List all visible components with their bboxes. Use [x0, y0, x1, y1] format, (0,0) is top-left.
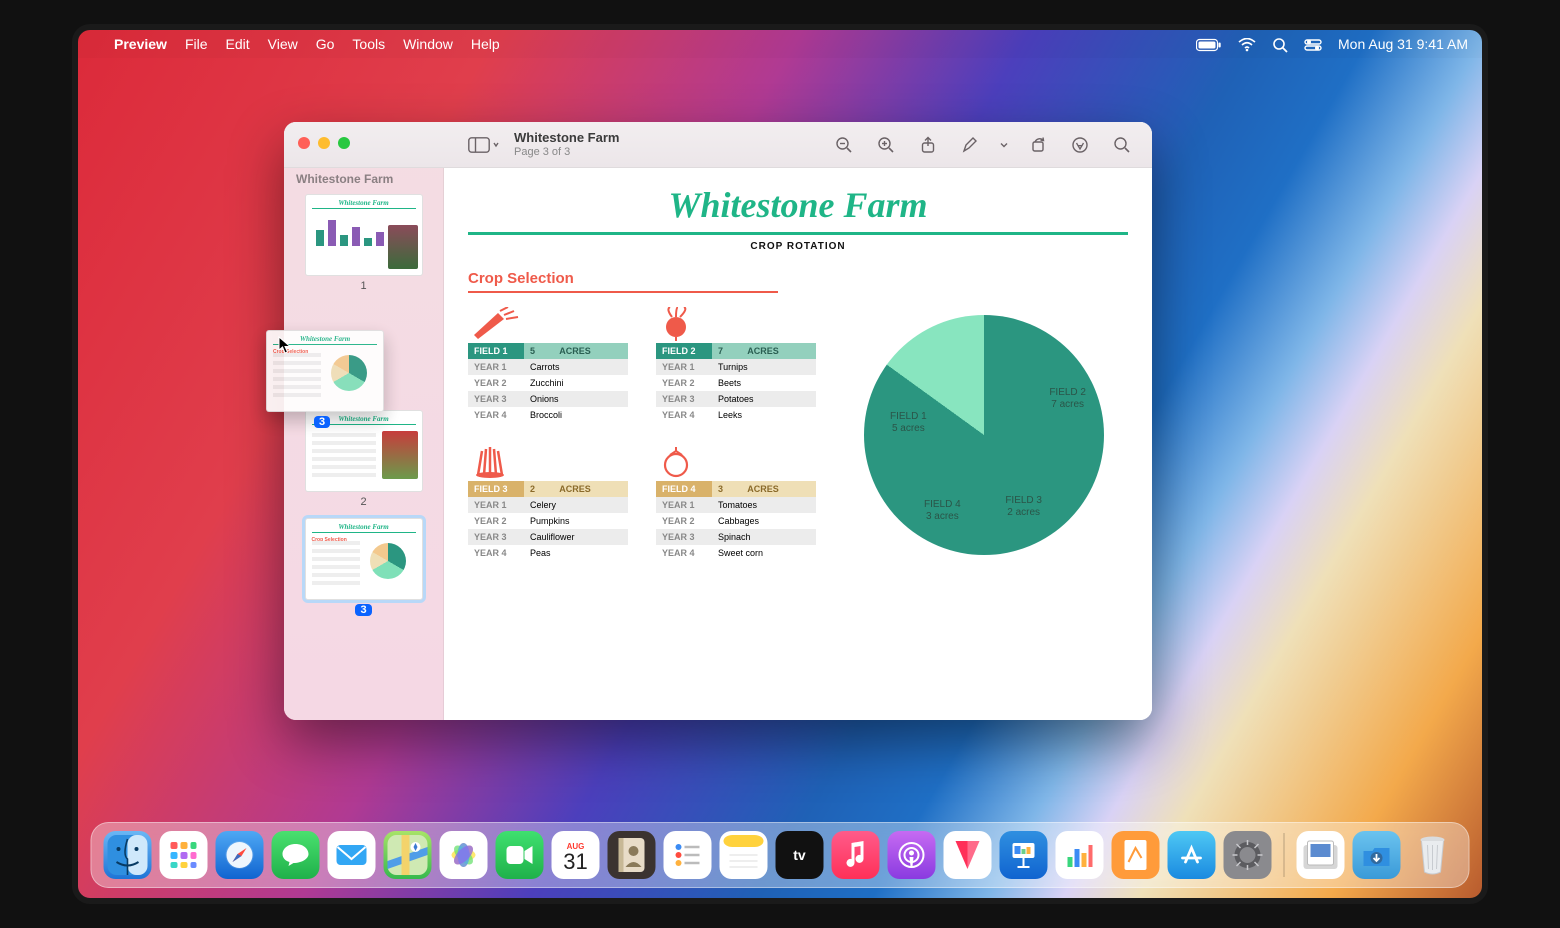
- turnip-icon: [656, 307, 816, 341]
- dock-separator: [1284, 833, 1285, 877]
- spotlight-icon[interactable]: [1272, 35, 1288, 52]
- thumb-label: 1: [360, 280, 366, 292]
- dock-numbers[interactable]: [1056, 831, 1104, 879]
- field-table-1: FIELD 15ACRES YEAR 1Carrots YEAR 2Zucchi…: [468, 343, 628, 423]
- dock-preview-folder[interactable]: [1297, 831, 1345, 879]
- search-button[interactable]: [1106, 130, 1138, 160]
- celery-icon: [468, 445, 628, 479]
- dock-launchpad[interactable]: [160, 831, 208, 879]
- field-table-4: FIELD 43ACRES YEAR 1Tomatoes YEAR 2Cabba…: [656, 481, 816, 561]
- tomato-icon: [656, 445, 816, 479]
- dock-downloads[interactable]: [1353, 831, 1401, 879]
- highlight-button[interactable]: [1064, 130, 1096, 160]
- desktop-screen: Preview File Edit View Go Tools Window H…: [72, 24, 1488, 904]
- battery-icon[interactable]: [1196, 36, 1222, 52]
- control-center-icon[interactable]: [1304, 36, 1322, 52]
- menu-file[interactable]: File: [185, 36, 208, 52]
- page-thumbnail-3[interactable]: Whitestone Farm Crop Selection 3: [296, 518, 431, 616]
- page-subhead: CROP ROTATION: [468, 241, 1128, 252]
- dock-appstore[interactable]: [1168, 831, 1216, 879]
- field-block-3: FIELD 32ACRES YEAR 1Celery YEAR 2Pumpkin…: [468, 445, 628, 561]
- app-name[interactable]: Preview: [114, 36, 167, 52]
- menu-go[interactable]: Go: [316, 36, 335, 52]
- dock-reminders[interactable]: [664, 831, 712, 879]
- thumb-mini-title: Whitestone Farm: [306, 195, 422, 207]
- dock-finder[interactable]: [104, 831, 152, 879]
- dock-pages[interactable]: [1112, 831, 1160, 879]
- window-zoom-button[interactable]: [338, 137, 350, 149]
- dock-news[interactable]: [944, 831, 992, 879]
- zoom-in-button[interactable]: [870, 130, 902, 160]
- title-divider: [468, 232, 1128, 235]
- document-viewport[interactable]: Whitestone Farm CROP ROTATION Crop Selec…: [444, 122, 1152, 720]
- share-button[interactable]: [912, 130, 944, 160]
- window-close-button[interactable]: [298, 137, 310, 149]
- section-divider: [468, 291, 778, 293]
- sidebar-toggle-button[interactable]: [468, 130, 500, 160]
- pie-label-field3: FIELD 32 acres: [1005, 495, 1042, 519]
- menu-view[interactable]: View: [268, 36, 298, 52]
- preview-window: Whitestone Farm Page 3 of 3 Whitestone F…: [284, 122, 1152, 720]
- menu-edit[interactable]: Edit: [226, 36, 250, 52]
- thumb-mini-title: Whitestone Farm: [306, 519, 422, 531]
- thumbnails-sidebar[interactable]: Whitestone Farm Whitestone Farm 1 Whites…: [284, 122, 444, 720]
- carrot-icon: [468, 307, 628, 341]
- pie-label-field2: FIELD 27 acres: [1049, 387, 1086, 411]
- section-heading: Crop Selection: [468, 270, 1128, 287]
- dock-podcasts[interactable]: [888, 831, 936, 879]
- document-page: Whitestone Farm CROP ROTATION Crop Selec…: [468, 184, 1128, 706]
- toolbar: Whitestone Farm Page 3 of 3: [284, 122, 1152, 168]
- dock-settings[interactable]: [1224, 831, 1272, 879]
- field-block-1: FIELD 15ACRES YEAR 1Carrots YEAR 2Zucchi…: [468, 307, 628, 423]
- pie-label-field4: FIELD 43 acres: [924, 499, 961, 523]
- markup-menu-chevron-icon[interactable]: [996, 130, 1012, 160]
- dock-messages[interactable]: [272, 831, 320, 879]
- dock-calendar[interactable]: AUG31: [552, 831, 600, 879]
- menu-bar: Preview File Edit View Go Tools Window H…: [78, 30, 1482, 58]
- menu-clock[interactable]: Mon Aug 31 9:41 AM: [1338, 36, 1468, 52]
- acreage-pie-chart: FIELD 15 acres FIELD 27 acres FIELD 32 a…: [864, 315, 1104, 555]
- field-block-4: FIELD 43ACRES YEAR 1Tomatoes YEAR 2Cabba…: [656, 445, 816, 561]
- window-controls: [298, 137, 350, 149]
- dock-notes[interactable]: [720, 831, 768, 879]
- pie-label-field1: FIELD 15 acres: [890, 411, 927, 435]
- drag-count-badge: 3: [314, 416, 330, 428]
- window-subtitle: Page 3 of 3: [514, 146, 619, 158]
- dock-keynote[interactable]: [1000, 831, 1048, 879]
- dock-contacts[interactable]: [608, 831, 656, 879]
- markup-button[interactable]: [954, 130, 986, 160]
- dock-music[interactable]: [832, 831, 880, 879]
- dock-mail[interactable]: [328, 831, 376, 879]
- menu-window[interactable]: Window: [403, 36, 453, 52]
- dragging-thumbnail: Whitestone Farm Crop Selection 3: [266, 330, 382, 412]
- zoom-out-button[interactable]: [828, 130, 860, 160]
- dock-photos[interactable]: [440, 831, 488, 879]
- wifi-icon[interactable]: [1238, 36, 1256, 52]
- dock-facetime[interactable]: [496, 831, 544, 879]
- page-thumbnail-1[interactable]: Whitestone Farm 1: [296, 194, 431, 292]
- menu-tools[interactable]: Tools: [352, 36, 385, 52]
- window-title: Whitestone Farm: [514, 131, 619, 145]
- thumb-label: 3: [355, 604, 371, 616]
- rotate-button[interactable]: [1022, 130, 1054, 160]
- window-title-group: Whitestone Farm Page 3 of 3: [514, 131, 619, 157]
- page-title: Whitestone Farm: [468, 184, 1128, 226]
- field-block-2: FIELD 27ACRES YEAR 1Turnips YEAR 2Beets …: [656, 307, 816, 423]
- cursor-icon: [278, 336, 292, 354]
- field-column-left: FIELD 15ACRES YEAR 1Carrots YEAR 2Zucchi…: [468, 307, 628, 561]
- field-table-3: FIELD 32ACRES YEAR 1Celery YEAR 2Pumpkin…: [468, 481, 628, 561]
- thumb-label: 2: [360, 496, 366, 508]
- field-column-right: FIELD 27ACRES YEAR 1Turnips YEAR 2Beets …: [656, 307, 816, 561]
- window-minimize-button[interactable]: [318, 137, 330, 149]
- dock-trash[interactable]: [1409, 831, 1457, 879]
- dock: AUG31 tv: [91, 822, 1470, 888]
- menu-help[interactable]: Help: [471, 36, 500, 52]
- sidebar-title: Whitestone Farm: [296, 172, 431, 186]
- field-table-2: FIELD 27ACRES YEAR 1Turnips YEAR 2Beets …: [656, 343, 816, 423]
- dock-safari[interactable]: [216, 831, 264, 879]
- dock-tv[interactable]: tv: [776, 831, 824, 879]
- dock-maps[interactable]: [384, 831, 432, 879]
- laptop-frame: Preview File Edit View Go Tools Window H…: [0, 0, 1560, 928]
